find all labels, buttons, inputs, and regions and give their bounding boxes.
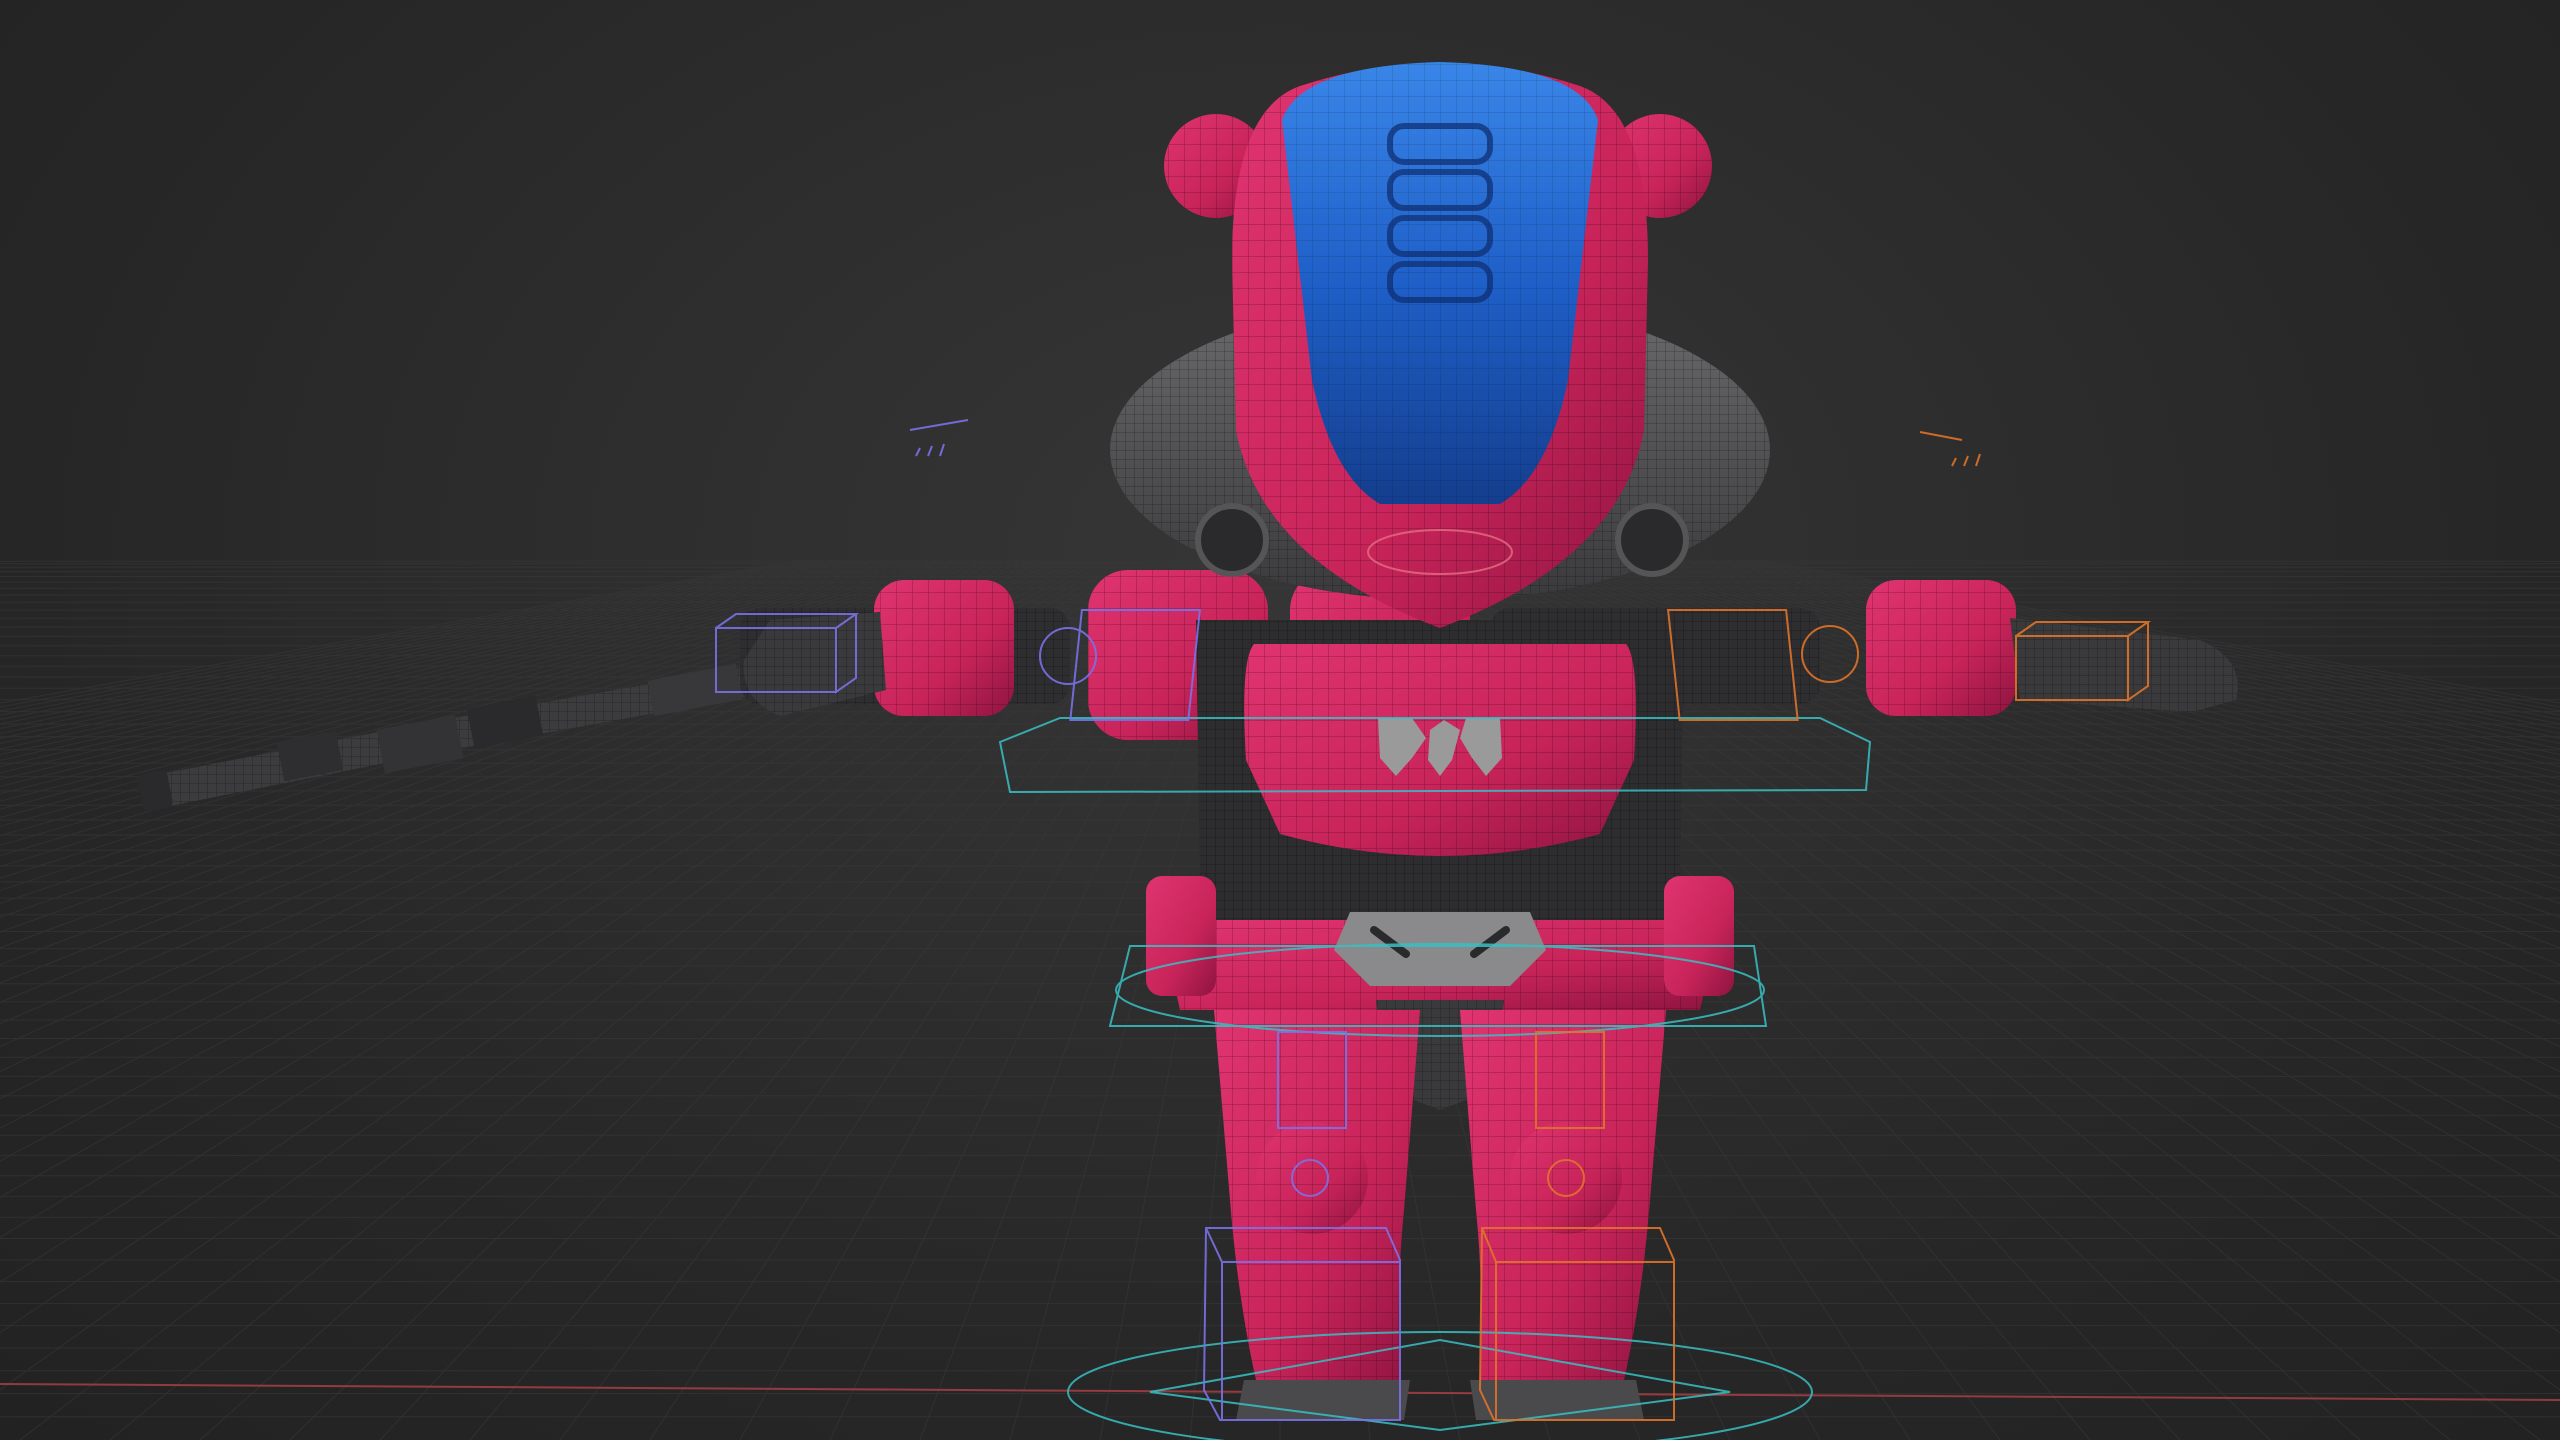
right-leg[interactable] — [1460, 1010, 1666, 1420]
belt-buckle — [1334, 912, 1546, 986]
character-model[interactable] — [0, 0, 2560, 1440]
left-leg[interactable] — [1214, 1010, 1420, 1420]
3d-viewport[interactable] — [0, 0, 2560, 1440]
chest-emblem-icon — [1378, 718, 1502, 776]
